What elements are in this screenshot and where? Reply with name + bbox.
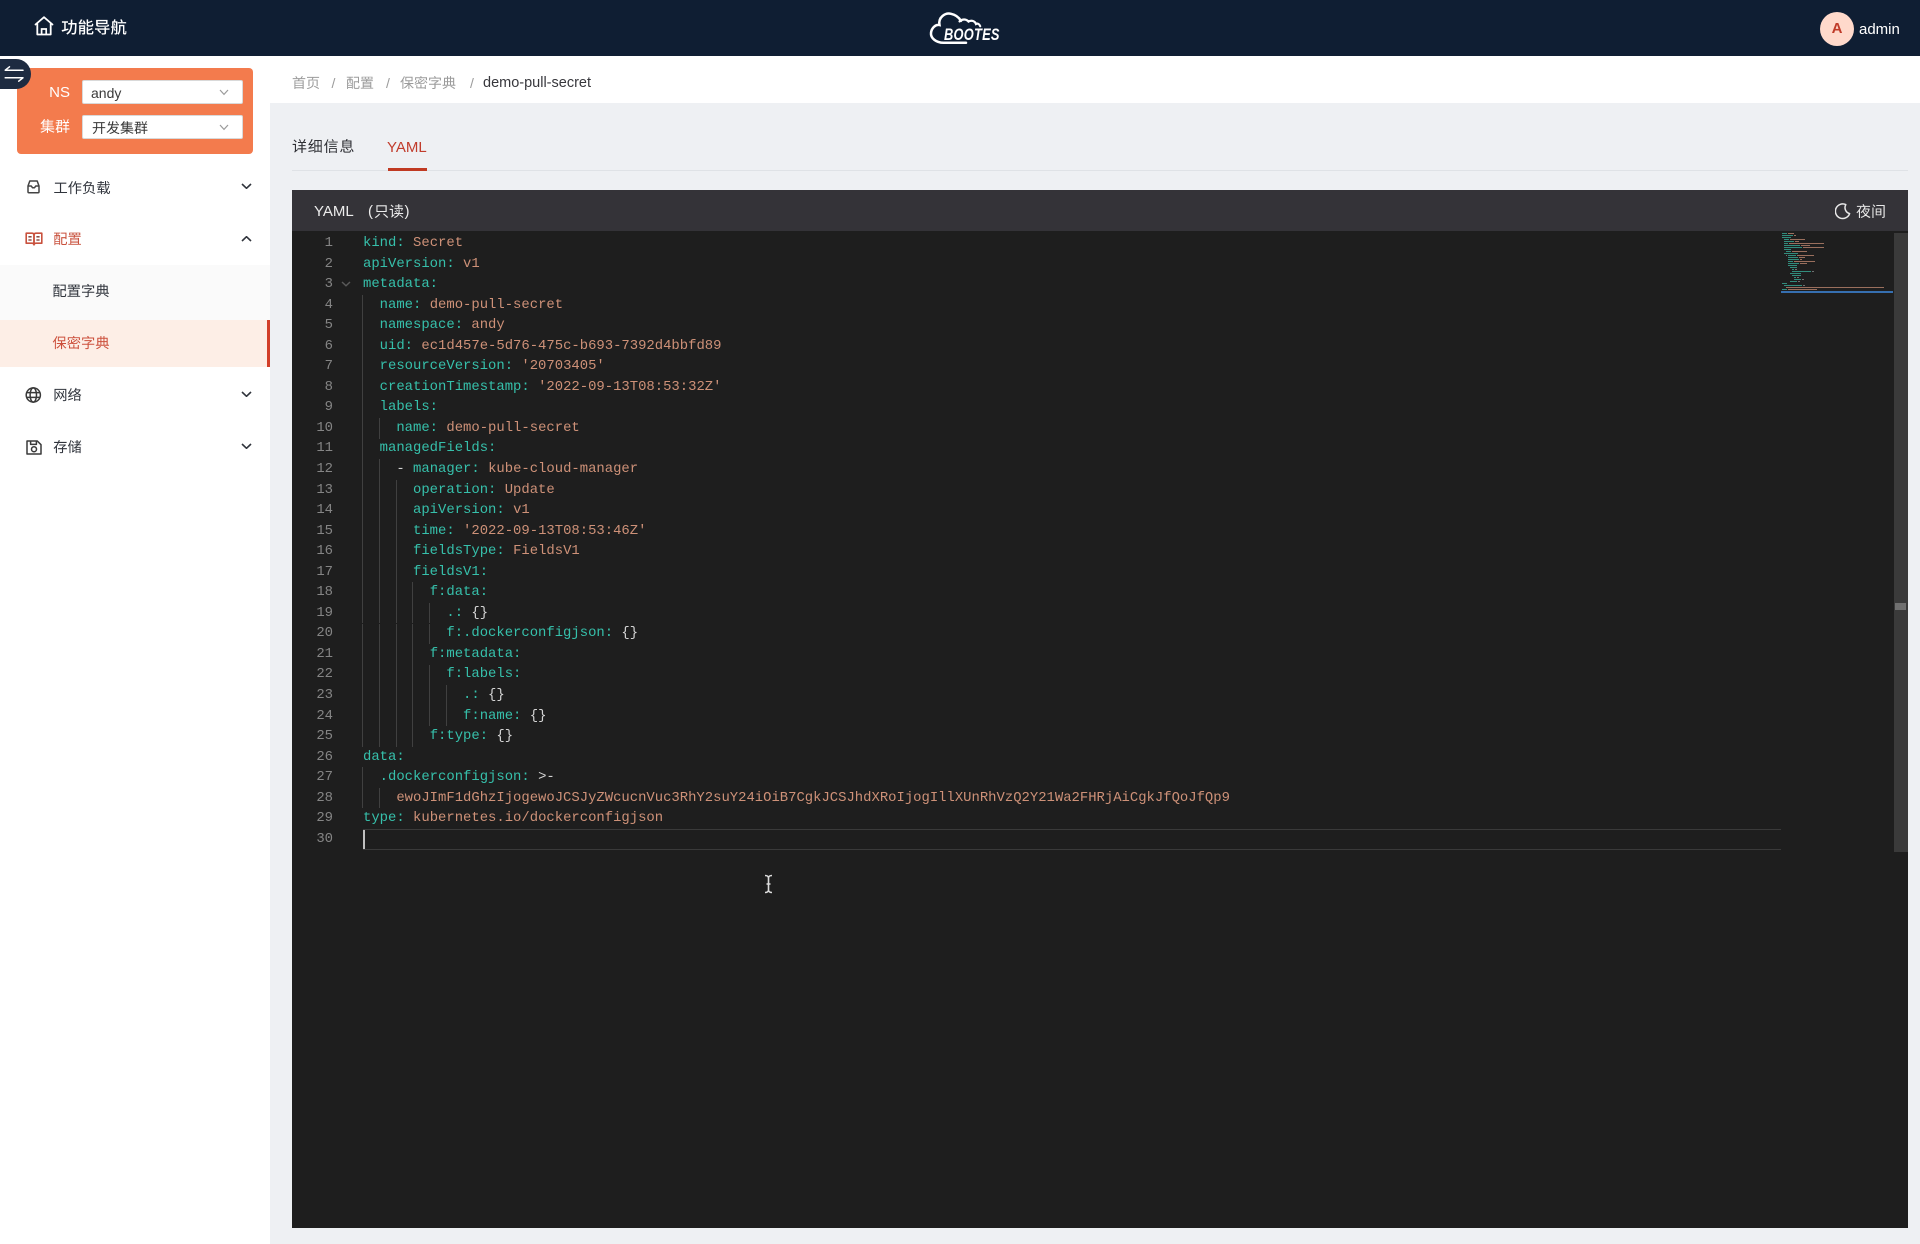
svg-text:BOOTES: BOOTES	[944, 27, 1000, 45]
